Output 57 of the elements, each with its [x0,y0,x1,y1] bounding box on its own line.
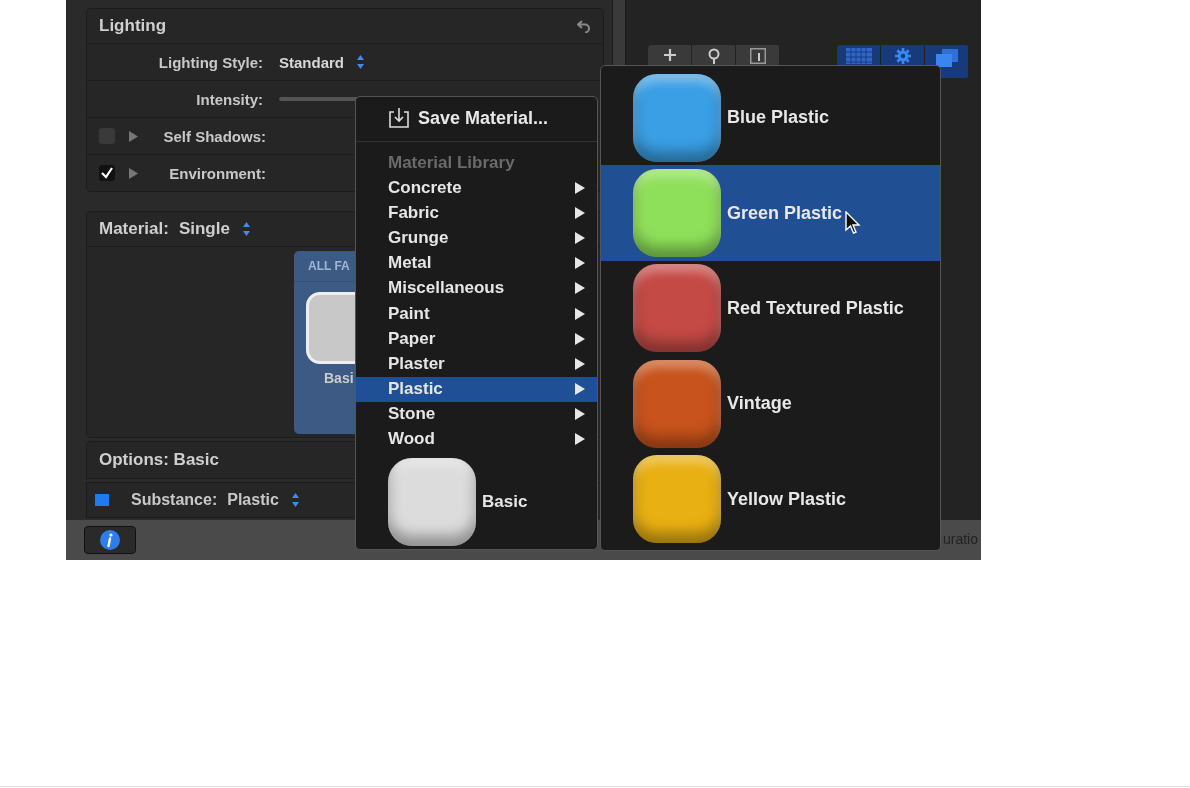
field-label: Environment: [168,164,266,182]
menu-item[interactable]: Yellow Plastic [601,451,940,547]
save-icon [388,107,410,129]
field-label: Substance: [131,491,218,509]
menu-item[interactable]: Save Material... [356,99,597,137]
submenu-arrow-icon [575,332,585,345]
disclosure-triangle-icon[interactable] [129,167,138,179]
field-label: Intensity: [195,90,263,108]
section-title: Options: Basic [99,450,219,470]
menu-item[interactable]: Plaster [356,351,597,377]
submenu-arrow-icon [575,433,585,446]
submenu-arrow-icon [575,181,585,194]
menu-item[interactable]: Green Plastic [601,165,940,261]
menu-heading: Material Library [387,152,516,174]
menu-item[interactable]: Blue Plastic [601,70,940,166]
menu-item[interactable]: Wood [356,426,597,453]
submenu-arrow-icon [575,408,585,421]
field-label: Lighting Style: [157,53,263,71]
lighting-style-value[interactable]: Standard [279,53,344,71]
tile-label: Basi [324,370,355,386]
material-swatch[interactable] [388,458,476,547]
menu-item[interactable]: Red Textured Plastic [601,260,940,357]
submenu-arrow-icon [575,307,585,320]
material-value[interactable]: Single [178,219,230,239]
menu-item[interactable]: Paint [356,300,597,327]
cursor-icon [845,211,861,236]
submenu-arrow-icon [575,206,585,219]
menu-item[interactable]: Vintage [601,356,940,452]
submenu-arrow-icon [575,383,585,396]
stepper-icon[interactable] [290,492,300,508]
preset-label[interactable]: Basic [482,492,528,513]
plus-icon [662,48,677,62]
undo-icon[interactable] [577,19,591,33]
checkbox[interactable] [99,165,115,181]
info-button[interactable] [84,526,136,554]
checkerboard-icon [845,48,872,64]
submenu-arrow-icon [575,231,585,244]
menu-item[interactable]: Concrete [356,175,597,201]
menu-item[interactable]: Stone [356,401,597,427]
import-icon [749,48,766,64]
menu-item[interactable]: Fabric [356,200,597,226]
submenu-arrow-icon [575,282,585,295]
submenu-arrow-icon [575,357,585,370]
stepper-icon[interactable] [356,54,365,70]
disclosure-triangle-icon[interactable] [129,130,138,142]
info-icon [99,529,121,551]
field-label: Material: [99,219,169,239]
field-label: Self Shadows: [162,127,266,145]
substance-value[interactable]: Plastic [227,491,279,509]
search-icon [706,48,721,64]
color-swatch-icon[interactable] [95,494,109,506]
submenu-arrow-icon [575,257,585,270]
stepper-icon[interactable] [241,221,251,237]
menu-item[interactable]: Paper [356,326,597,352]
menu-item[interactable]: Grunge [356,225,597,251]
section-title: Lighting [99,16,167,36]
menu-item[interactable]: Plastic [356,376,597,402]
